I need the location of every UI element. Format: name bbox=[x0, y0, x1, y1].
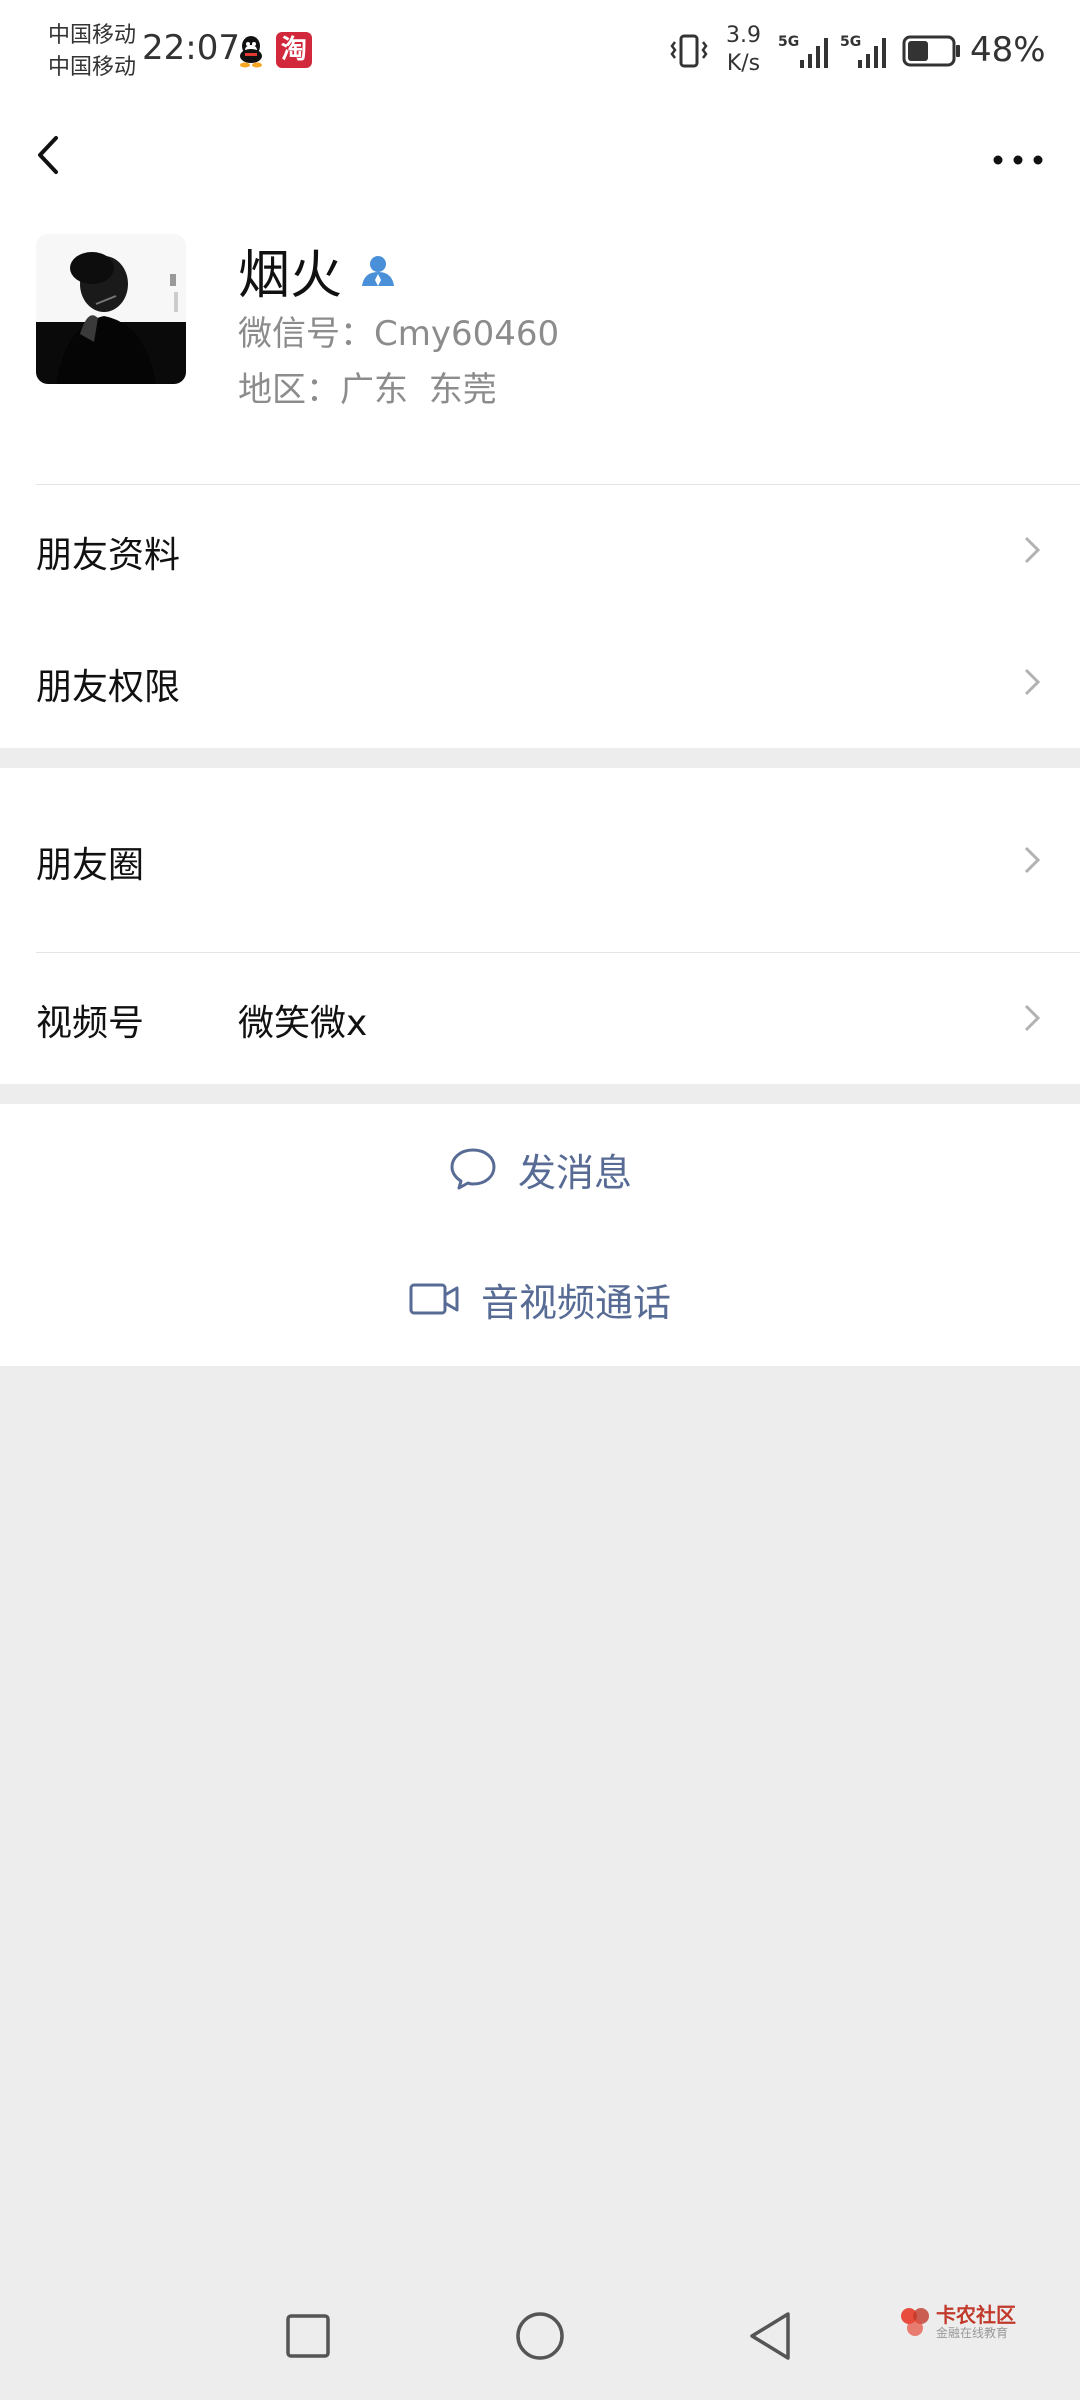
battery-icon bbox=[902, 35, 960, 67]
carrier-2: 中国移动 bbox=[48, 55, 137, 80]
watermark: 卡农社区 金融在线教育 bbox=[898, 2304, 1016, 2340]
avatar[interactable] bbox=[36, 234, 186, 384]
recent-apps-icon[interactable] bbox=[276, 2304, 340, 2368]
region: 地区：广东 东莞 bbox=[238, 362, 497, 411]
friend-info-row[interactable]: 朋友资料 bbox=[0, 484, 1080, 616]
chat-bubble-icon bbox=[450, 1148, 496, 1190]
status-bar: 中国移动 中国移动 22:07 淘 3.9 K/s 5G 5G 48% bbox=[0, 0, 1080, 106]
contact-name-row: 烟火 bbox=[238, 236, 398, 306]
contact-profile-screen: 中国移动 中国移动 22:07 淘 3.9 K/s 5G 5G 48% 烟火 微… bbox=[0, 0, 1080, 2400]
region-label: 地区： bbox=[238, 370, 340, 410]
status-time: 22:07 bbox=[142, 28, 240, 68]
friend-permissions-row[interactable]: 朋友权限 bbox=[0, 616, 1080, 748]
video-call-label: 音视频通话 bbox=[480, 1280, 671, 1325]
send-message-label: 发消息 bbox=[517, 1150, 632, 1195]
video-call-button[interactable]: 音视频通话 bbox=[0, 1234, 1080, 1364]
back-triangle-icon[interactable] bbox=[740, 2304, 804, 2368]
chevron-right-icon bbox=[1024, 536, 1041, 564]
chevron-right-icon bbox=[1024, 846, 1041, 874]
watermark-logo-icon bbox=[901, 2308, 929, 2336]
video-camera-icon bbox=[409, 1283, 459, 1315]
carrier-labels: 中国移动 中国移动 bbox=[48, 20, 136, 84]
signal-label-2: 5G bbox=[840, 34, 861, 50]
region-value: 广东 东莞 bbox=[340, 370, 497, 410]
chevron-right-icon bbox=[1024, 1004, 1041, 1032]
battery-percent: 48% bbox=[970, 30, 1046, 70]
friend-permissions-label: 朋友权限 bbox=[36, 667, 181, 708]
watermark-subtitle: 金融在线教育 bbox=[936, 2326, 1009, 2340]
system-nav-bar: 卡农社区 金融在线教育 bbox=[0, 2276, 1080, 2400]
profile-header: 烟火 微信号：Cmy60460 地区：广东 东莞 bbox=[0, 206, 1080, 484]
contact-name: 烟火 bbox=[238, 245, 343, 306]
carrier-1: 中国移动 bbox=[48, 23, 137, 48]
signal-label-1: 5G bbox=[778, 34, 799, 50]
action-section: 发消息 音视频通话 bbox=[0, 1104, 1080, 1366]
signal-5g-icon: 5G bbox=[840, 34, 886, 68]
net-speed-value: 3.9 bbox=[726, 23, 761, 48]
divider bbox=[36, 484, 1080, 485]
moments-row[interactable]: 朋友圈 bbox=[0, 768, 1080, 952]
more-dots-icon[interactable] bbox=[984, 126, 1056, 186]
moments-label: 朋友圈 bbox=[36, 845, 145, 886]
send-message-button[interactable]: 发消息 bbox=[0, 1104, 1080, 1234]
friend-info-label: 朋友资料 bbox=[36, 535, 181, 576]
home-icon[interactable] bbox=[508, 2304, 572, 2368]
taobao-icon: 淘 bbox=[276, 32, 312, 68]
qq-icon bbox=[240, 36, 262, 68]
nav-bar bbox=[0, 106, 1080, 206]
net-speed: 3.9 K/s bbox=[726, 22, 761, 78]
section-gap bbox=[0, 1084, 1080, 1104]
person-icon bbox=[362, 256, 395, 286]
channels-row[interactable]: 视频号 微笑微x bbox=[0, 952, 1080, 1084]
channels-value: 微笑微x bbox=[238, 1003, 368, 1044]
chevron-right-icon bbox=[1024, 668, 1041, 696]
section-gap bbox=[0, 748, 1080, 768]
watermark-title: 卡农社区 bbox=[936, 2303, 1016, 2327]
chevron-left-icon[interactable] bbox=[28, 120, 88, 190]
net-speed-unit: K/s bbox=[726, 51, 761, 76]
battery-fill bbox=[908, 41, 928, 61]
divider bbox=[36, 952, 1080, 953]
wechat-id: 微信号：Cmy60460 bbox=[238, 314, 560, 354]
channels-label: 视频号 bbox=[36, 1003, 145, 1044]
vibrate-icon bbox=[670, 34, 708, 68]
signal-5g-icon: 5G bbox=[778, 34, 828, 68]
